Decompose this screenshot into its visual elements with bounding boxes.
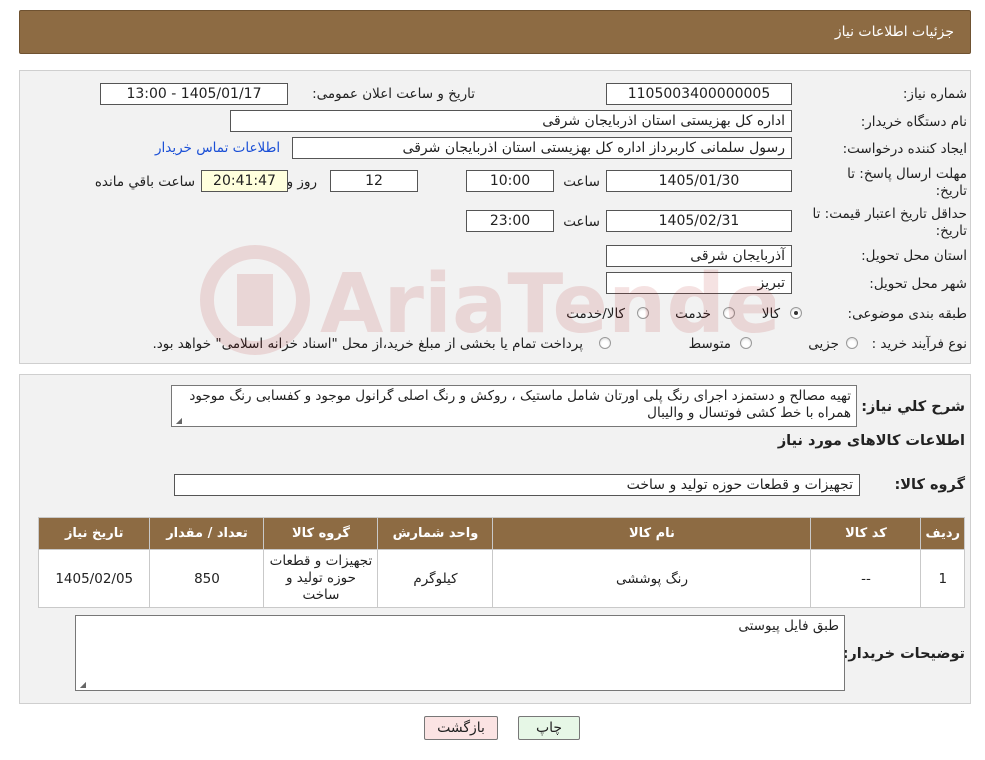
remaining-time-field: 20:41:47 <box>201 170 288 192</box>
back-button[interactable]: بازگشت <box>424 716 498 740</box>
cell-qty: 850 <box>149 549 265 608</box>
validity-date-field[interactable]: 1405/02/31 <box>606 210 792 232</box>
table-row: 1 -- رنگ پوششی کیلوگرم تجهیزات و قطعات ح… <box>37 549 965 608</box>
col-date: تاریخ نیاز <box>37 517 151 550</box>
goods-section-title: اطلاعات کالاهای مورد نیاز <box>777 433 965 449</box>
buyer-org-label: نام دستگاه خریدار: <box>860 114 967 130</box>
col-code: کد کالا <box>810 517 922 550</box>
days-field[interactable]: 12 <box>330 170 418 192</box>
announce-field[interactable]: 1405/01/17 - 13:00 <box>100 83 288 105</box>
col-row: ردیف <box>920 517 965 550</box>
validity-time-label: ساعت <box>563 214 600 230</box>
send-deadline-label: مهلت ارسال پاسخ: تا <box>847 166 967 182</box>
page-header: جزئیات اطلاعات نیاز <box>19 10 971 54</box>
col-group: گروه کالا <box>263 517 379 550</box>
category-radio-goods-service[interactable] <box>637 307 649 319</box>
cell-row: 1 <box>920 549 965 608</box>
need-number-label: شماره نیاز: <box>902 86 967 102</box>
days-label: روز و <box>286 174 317 190</box>
category-option-goods-service: کالا/خدمت <box>566 306 625 322</box>
requester-field[interactable]: رسول سلمانی کاربرداز اداره کل بهزیستی اس… <box>292 137 792 159</box>
buyer-org-field[interactable]: اداره کل بهزیستی استان اذربایجان شرقی <box>230 110 792 132</box>
category-option-service: خدمت <box>675 306 711 322</box>
category-label: طبقه بندی موضوعی: <box>847 306 967 322</box>
send-date-field[interactable]: 1405/01/30 <box>606 170 792 192</box>
process-radio-minor[interactable] <box>846 337 858 349</box>
remaining-label: ساعت باقي مانده <box>94 174 195 190</box>
resize-grip-icon[interactable]: ◢ <box>78 681 86 689</box>
goods-group-label: گروه کالا: <box>894 477 965 493</box>
description-textarea[interactable]: تهیه مصالح و دستمزد اجرای رنگ پلی اورتان… <box>171 385 857 427</box>
cell-code: -- <box>810 549 922 608</box>
city-field[interactable]: تبریز <box>606 272 792 294</box>
send-time-label: ساعت <box>563 174 600 190</box>
process-option-minor: جزیی <box>808 336 839 352</box>
cell-date: 1405/02/05 <box>37 549 151 608</box>
category-option-goods: کالا <box>761 306 780 322</box>
col-qty: تعداد / مقدار <box>149 517 265 550</box>
page-title: جزئیات اطلاعات نیاز <box>834 24 954 40</box>
goods-group-field[interactable]: تجهیزات و قطعات حوزه تولید و ساخت <box>174 474 860 496</box>
cell-name: رنگ پوششی <box>492 549 812 608</box>
price-validity-label-2: تاریخ: <box>935 223 967 239</box>
resize-grip-icon[interactable]: ◢ <box>174 417 182 425</box>
print-button[interactable]: چاپ <box>518 716 580 740</box>
description-text: تهیه مصالح و دستمزد اجرای رنگ پلی اورتان… <box>189 388 851 421</box>
process-label: نوع فرآیند خرید : <box>871 336 967 352</box>
send-time-field[interactable]: 10:00 <box>466 170 554 192</box>
buyer-notes-textarea[interactable]: طبق فایل پیوستی ◢ <box>75 615 845 691</box>
cell-unit: کیلوگرم <box>377 549 494 608</box>
process-radio-medium[interactable] <box>740 337 752 349</box>
process-note: پرداخت تمام یا بخشی از مبلغ خرید،از محل … <box>152 336 583 352</box>
goods-table-header: ردیف کد کالا نام کالا واحد شمارش گروه کا… <box>37 517 965 550</box>
requester-label: ایجاد کننده درخواست: <box>842 141 967 157</box>
need-number-field[interactable]: 1105003400000005 <box>606 83 792 105</box>
cell-group: تجهیزات و قطعات حوزه تولید و ساخت <box>263 549 379 608</box>
province-label: استان محل تحویل: <box>861 248 967 264</box>
send-deadline-label-2: تاریخ: <box>935 183 967 199</box>
announce-label: تاریخ و ساعت اعلان عمومی: <box>312 86 475 102</box>
buyer-notes-text: طبق فایل پیوستی <box>738 618 839 634</box>
price-validity-label: حداقل تاریخ اعتبار قیمت: تا <box>812 206 967 222</box>
description-label: شرح كلي نياز: <box>861 399 965 415</box>
validity-time-field[interactable]: 23:00 <box>466 210 554 232</box>
category-radio-service[interactable] <box>723 307 735 319</box>
col-unit: واحد شمارش <box>377 517 494 550</box>
category-radio-goods[interactable] <box>790 307 802 319</box>
process-radio-treasury[interactable] <box>599 337 611 349</box>
province-field[interactable]: آذربایجان شرقی <box>606 245 792 267</box>
buyer-notes-label: توضیحات خریدار: <box>842 646 965 662</box>
col-name: نام کالا <box>492 517 812 550</box>
goods-table: ردیف کد کالا نام کالا واحد شمارش گروه کا… <box>37 517 965 608</box>
city-label: شهر محل تحویل: <box>869 276 967 292</box>
buyer-contact-link[interactable]: اطلاعات تماس خریدار <box>155 140 280 156</box>
process-option-medium: متوسط <box>688 336 731 352</box>
